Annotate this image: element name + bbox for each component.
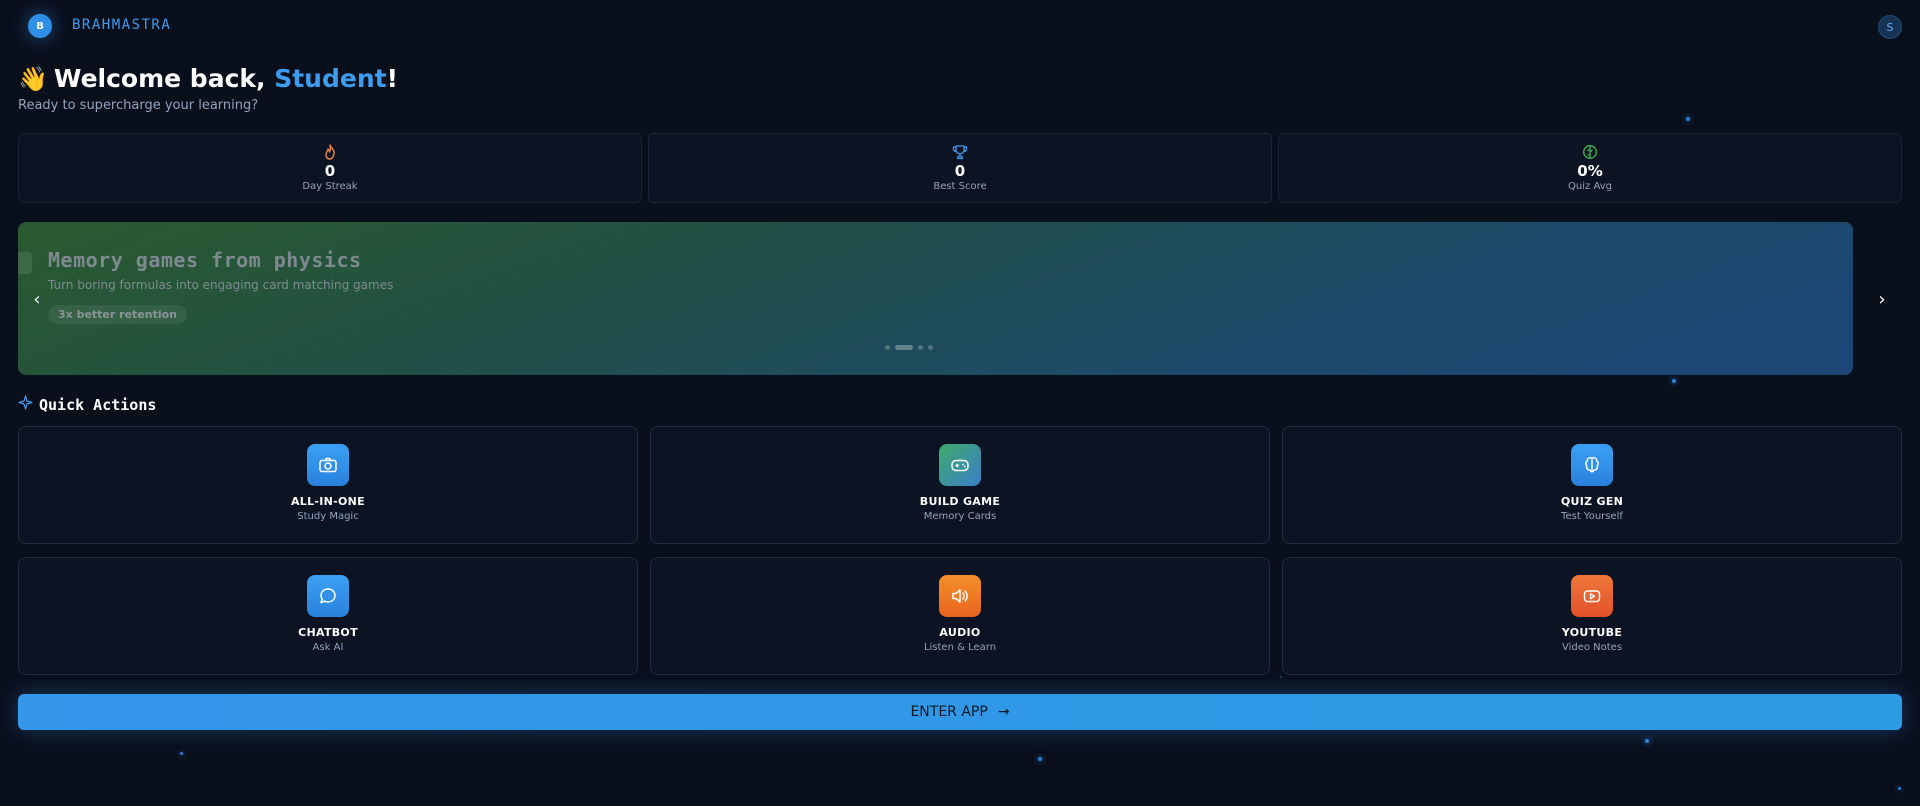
decorative-dot	[1686, 117, 1690, 121]
decorative-dot	[1645, 739, 1649, 743]
flame-icon	[323, 144, 337, 160]
stat-best-score: 0 Best Score	[648, 133, 1272, 203]
stat-label: Day Streak	[302, 181, 358, 192]
action-title: AUDIO	[939, 626, 981, 639]
action-title: ALL-IN-ONE	[290, 495, 366, 508]
action-card-quiz-gen[interactable]: QUIZ GEN Test Yourself	[1282, 426, 1902, 544]
action-subtitle: Test Yourself	[1561, 511, 1623, 522]
action-title: BUILD GAME	[919, 495, 1001, 508]
greeting-text: Welcome back,	[53, 64, 275, 93]
carousel-dot[interactable]	[928, 345, 933, 350]
brain-icon	[1582, 144, 1598, 160]
decorative-dot	[1280, 676, 1282, 678]
decorative-dot	[180, 752, 183, 755]
decorative-dot	[1038, 757, 1042, 761]
carousel-dot[interactable]	[885, 345, 890, 350]
stat-quiz-avg: 0% Quiz Avg	[1278, 133, 1902, 203]
stat-label: Best Score	[933, 181, 987, 192]
carousel-next-button[interactable]: ›	[1868, 288, 1896, 310]
carousel-dot[interactable]	[918, 345, 923, 350]
avatar[interactable]: S	[1878, 15, 1902, 39]
action-subtitle: Ask AI	[312, 642, 344, 653]
decorative-dot	[1672, 379, 1676, 383]
enter-app-label: ENTER APP	[910, 704, 988, 720]
action-card-audio[interactable]: AUDIO Listen & Learn	[650, 557, 1270, 675]
speaker-icon	[939, 575, 981, 617]
action-title: QUIZ GEN	[1560, 495, 1624, 508]
action-title: CHATBOT	[298, 626, 358, 639]
carousel-dot-active[interactable]	[895, 345, 913, 350]
camera-icon	[307, 444, 349, 486]
logo[interactable]: B	[28, 14, 52, 38]
carousel-indicators	[885, 345, 933, 350]
trophy-icon	[952, 144, 968, 160]
brain-icon	[1571, 444, 1613, 486]
page-subtitle: Ready to supercharge your learning?	[18, 98, 259, 113]
action-card-all-in-one[interactable]: ALL-IN-ONE Study Magic	[18, 426, 638, 544]
stat-value: 0	[954, 162, 966, 180]
feature-carousel[interactable]: Memory games from physics Turn boring fo…	[18, 222, 1853, 375]
page-title: 👋 Welcome back, Student!	[18, 64, 398, 93]
slide-title: Memory games from physics	[48, 248, 362, 272]
sparkle-icon	[18, 395, 33, 414]
section-title: Quick Actions	[18, 395, 156, 414]
section-title-text: Quick Actions	[39, 395, 157, 414]
enter-app-button[interactable]: ENTER APP →	[18, 694, 1902, 730]
action-subtitle: Study Magic	[297, 511, 359, 522]
action-title: YOUTUBE	[1561, 626, 1623, 639]
slide-edge-icon	[18, 252, 32, 274]
slide-badge: 3x better retention	[48, 305, 187, 324]
decorative-dot	[1898, 787, 1901, 790]
action-subtitle: Video Notes	[1561, 642, 1623, 653]
chevron-right-icon: ›	[1878, 288, 1886, 310]
wave-emoji: 👋	[18, 65, 48, 93]
action-card-youtube[interactable]: YOUTUBE Video Notes	[1282, 557, 1902, 675]
youtube-icon	[1571, 575, 1613, 617]
action-card-build-game[interactable]: BUILD GAME Memory Cards	[650, 426, 1270, 544]
stat-label: Quiz Avg	[1568, 181, 1612, 192]
chat-icon	[307, 575, 349, 617]
stat-day-streak: 0 Day Streak	[18, 133, 642, 203]
chevron-left-icon: ‹	[33, 288, 41, 310]
action-card-chatbot[interactable]: CHATBOT Ask AI	[18, 557, 638, 675]
stat-value: 0	[324, 162, 336, 180]
greeting-exclaim: !	[386, 64, 398, 93]
carousel-prev-button[interactable]: ‹	[22, 288, 52, 310]
action-subtitle: Listen & Learn	[923, 642, 997, 653]
gamepad-icon	[939, 444, 981, 486]
top-bar: B BRAHMASTRA S	[0, 0, 1920, 52]
brand-name[interactable]: BRAHMASTRA	[72, 17, 171, 33]
user-name: Student	[274, 64, 387, 93]
stat-value: 0%	[1577, 162, 1603, 180]
slide-description: Turn boring formulas into engaging card …	[48, 278, 394, 292]
arrow-right-icon: →	[997, 704, 1010, 720]
action-subtitle: Memory Cards	[923, 511, 997, 522]
